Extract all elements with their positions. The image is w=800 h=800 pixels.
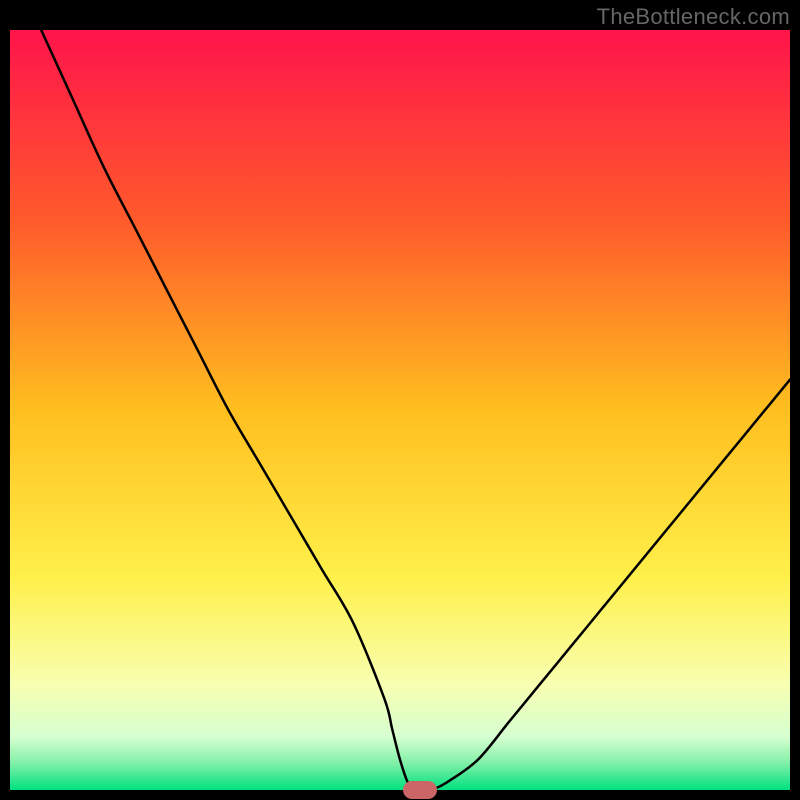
chart-svg bbox=[10, 30, 790, 790]
chart-background bbox=[10, 30, 790, 790]
stage: TheBottleneck.com bbox=[0, 0, 800, 800]
watermark-text: TheBottleneck.com bbox=[597, 4, 790, 30]
optimal-marker bbox=[403, 781, 437, 799]
bottleneck-chart bbox=[10, 30, 790, 790]
